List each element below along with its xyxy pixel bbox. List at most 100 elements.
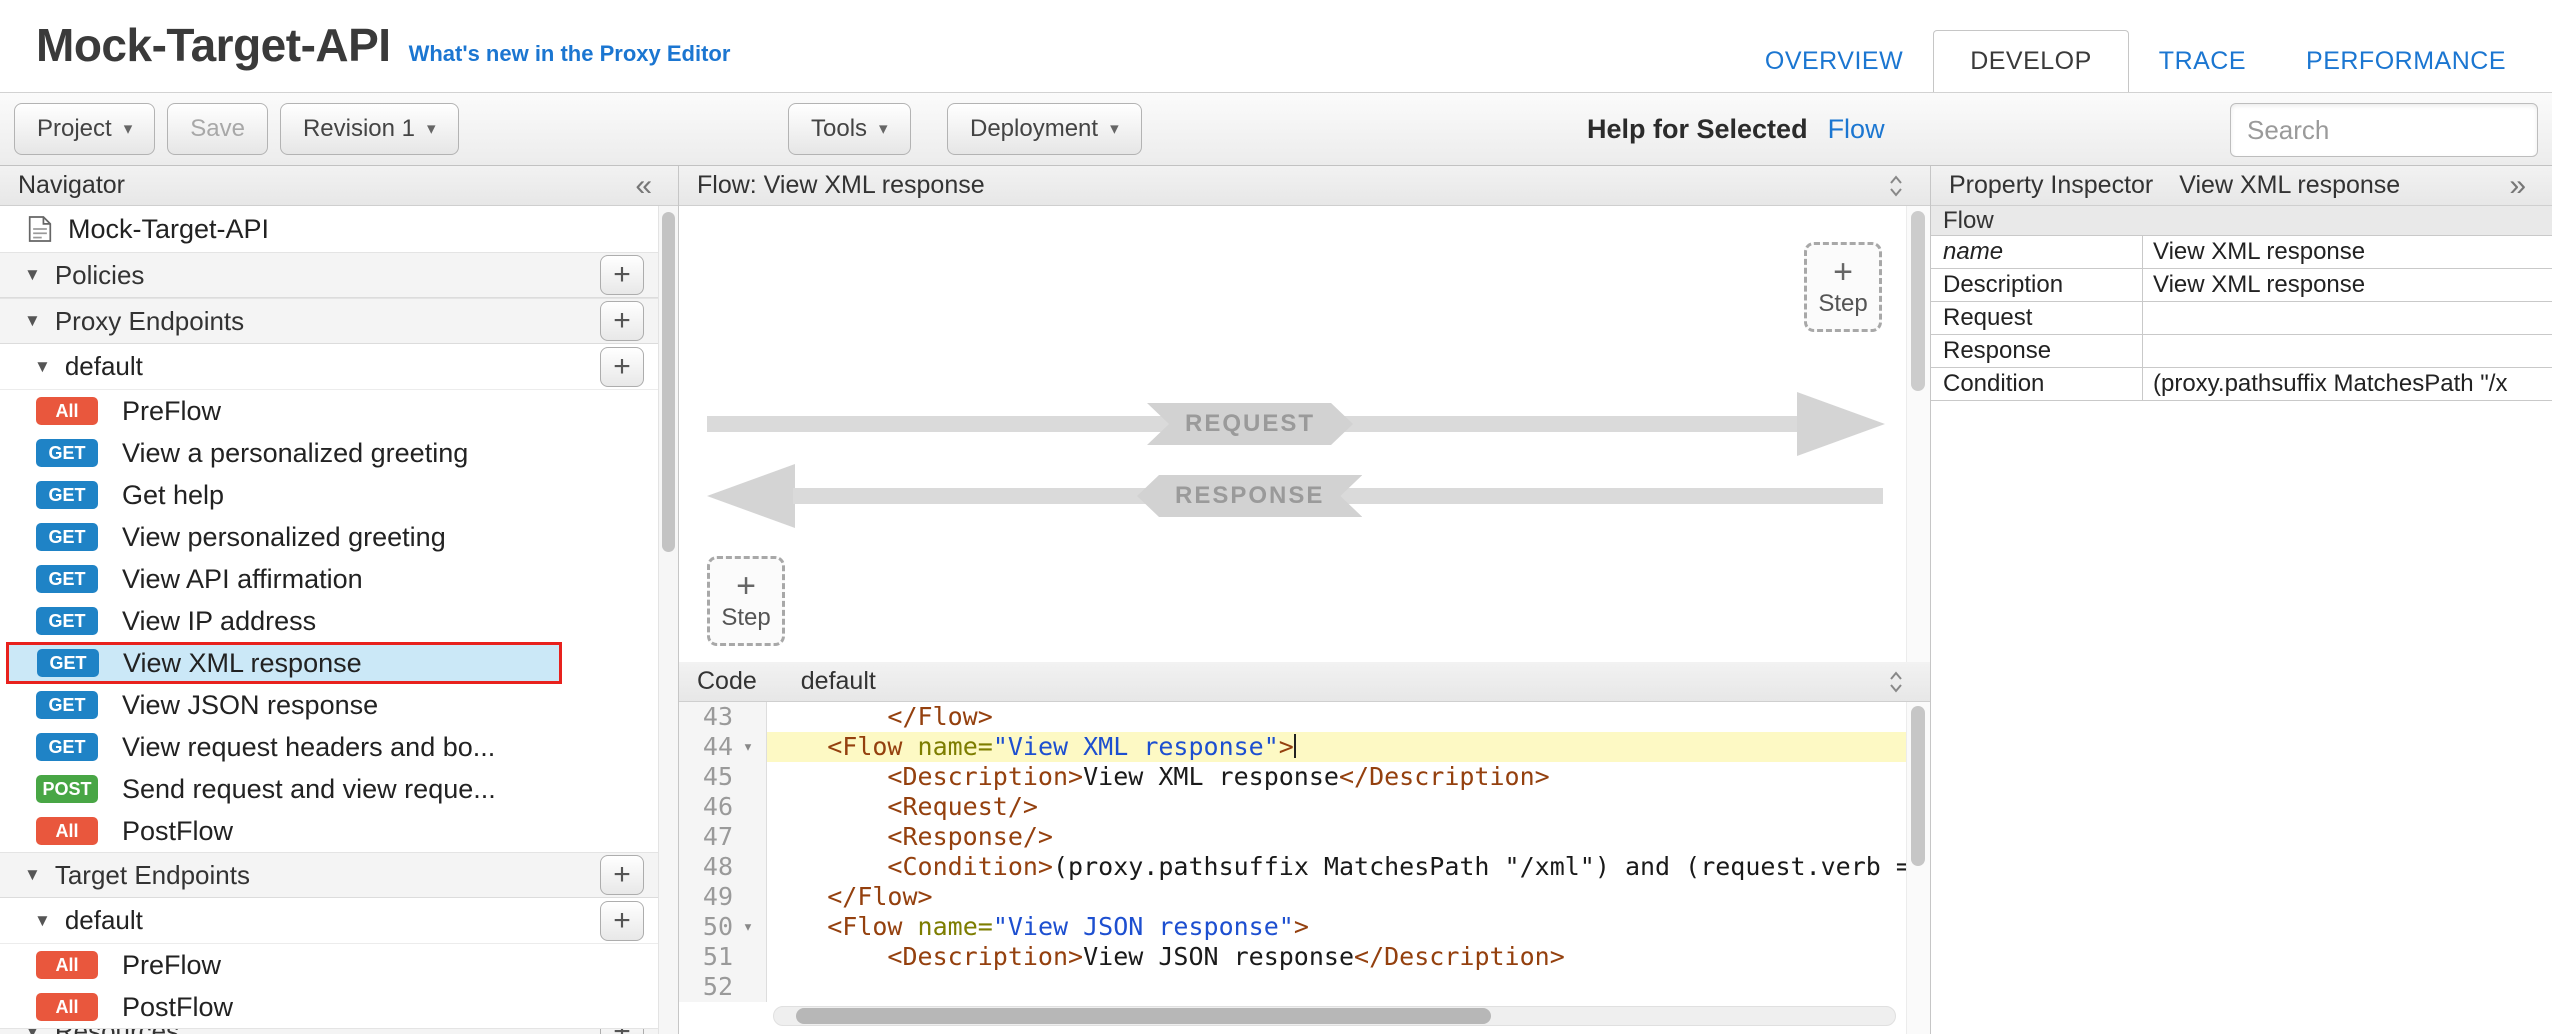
tab-performance[interactable]: PERFORMANCE bbox=[2276, 31, 2536, 92]
add-button[interactable]: + bbox=[600, 855, 644, 895]
scrollbar-thumb[interactable] bbox=[1911, 211, 1925, 391]
code-editor[interactable]: 43 </Flow>44▾ <Flow name="View XML respo… bbox=[679, 702, 1930, 1034]
nav-item-view-api-affirmation[interactable]: GETView API affirmation bbox=[0, 558, 658, 600]
method-badge: All bbox=[36, 951, 98, 979]
code-line-45[interactable]: 45 <Description>View XML response</Descr… bbox=[679, 762, 1930, 792]
nav-item-preflow[interactable]: AllPreFlow bbox=[0, 944, 658, 986]
collapse-navigator-icon[interactable]: « bbox=[635, 169, 652, 203]
nav-section-resources[interactable]: ▼Resources+ bbox=[0, 1028, 658, 1034]
code-line-content: </Flow> bbox=[767, 702, 1930, 732]
add-button[interactable]: + bbox=[600, 255, 644, 295]
caret-down-icon: ▾ bbox=[879, 119, 888, 139]
help-flow-link[interactable]: Flow bbox=[1828, 114, 1885, 145]
scrollbar-thumb[interactable] bbox=[1911, 706, 1925, 866]
nav-section-proxy-endpoints[interactable]: ▼ Proxy Endpoints + bbox=[0, 298, 658, 344]
nav-section-policies[interactable]: ▼Policies+ bbox=[0, 252, 658, 298]
save-button[interactable]: Save bbox=[167, 103, 268, 155]
search-input[interactable] bbox=[2230, 103, 2538, 157]
property-value[interactable]: View XML response bbox=[2143, 269, 2552, 301]
panel-resize-icon[interactable] bbox=[1886, 172, 1906, 200]
property-value[interactable] bbox=[2143, 335, 2552, 367]
nav-section-label: Proxy Endpoints bbox=[55, 306, 244, 337]
revision-dropdown[interactable]: Revision 1 ▾ bbox=[280, 103, 459, 155]
method-badge: GET bbox=[36, 481, 98, 509]
disclosure-triangle-icon[interactable]: ▼ bbox=[24, 311, 41, 331]
tools-dropdown[interactable]: Tools ▾ bbox=[788, 103, 911, 155]
code-line-52[interactable]: 52 bbox=[679, 972, 1930, 1002]
property-value[interactable]: (proxy.pathsuffix MatchesPath "/x bbox=[2143, 368, 2552, 400]
nav-item-view-json-response[interactable]: GETView JSON response bbox=[0, 684, 658, 726]
code-tab[interactable]: Code bbox=[697, 667, 757, 696]
nav-item-postflow[interactable]: AllPostFlow bbox=[0, 810, 658, 852]
line-gutter: 52 bbox=[679, 972, 767, 1002]
code-line-content: <Response/> bbox=[767, 822, 1930, 852]
flow-canvas[interactable]: + Step REQUEST RESPONSE + Step bbox=[679, 206, 1930, 662]
plus-icon: + bbox=[1833, 256, 1853, 288]
scrollbar-thumb[interactable] bbox=[796, 1008, 1491, 1024]
code-line-49[interactable]: 49 </Flow> bbox=[679, 882, 1930, 912]
nav-item-label: View a personalized greeting bbox=[122, 438, 468, 469]
text-cursor bbox=[1294, 734, 1296, 758]
property-value[interactable]: View XML response bbox=[2143, 236, 2552, 268]
add-step-button-bottom[interactable]: + Step bbox=[707, 556, 785, 646]
nav-item-view-ip-address[interactable]: GETView IP address bbox=[0, 600, 658, 642]
fold-arrow-icon[interactable]: ▾ bbox=[733, 732, 763, 762]
inspector-rows: nameView XML responseDescriptionView XML… bbox=[1931, 236, 2552, 401]
nav-item-get-help[interactable]: GETGet help bbox=[0, 474, 658, 516]
whats-new-link[interactable]: What's new in the Proxy Editor bbox=[409, 41, 731, 67]
tab-trace[interactable]: TRACE bbox=[2129, 31, 2276, 92]
nav-item-send-request-and-view-reque[interactable]: POSTSend request and view reque... bbox=[0, 768, 658, 810]
add-button[interactable]: + bbox=[600, 301, 644, 341]
nav-item-view-request-headers-and-bo[interactable]: GETView request headers and bo... bbox=[0, 726, 658, 768]
code-lines: 43 </Flow>44▾ <Flow name="View XML respo… bbox=[679, 702, 1930, 1002]
disclosure-triangle-icon[interactable]: ▼ bbox=[24, 865, 41, 885]
code-line-content: <Description>View JSON response</Descrip… bbox=[767, 942, 1930, 972]
expand-inspector-icon[interactable]: » bbox=[2509, 169, 2526, 203]
fold-spacer bbox=[733, 882, 763, 912]
code-line-48[interactable]: 48 <Condition>(proxy.pathsuffix MatchesP… bbox=[679, 852, 1930, 882]
disclosure-triangle-icon[interactable]: ▼ bbox=[34, 911, 51, 931]
add-button[interactable]: + bbox=[600, 901, 644, 941]
property-row-name: nameView XML response bbox=[1931, 236, 2552, 269]
add-button[interactable]: + bbox=[600, 347, 644, 387]
code-line-46[interactable]: 46 <Request/> bbox=[679, 792, 1930, 822]
nav-item-view-personalized-greeting[interactable]: GETView personalized greeting bbox=[0, 516, 658, 558]
code-line-51[interactable]: 51 <Description>View JSON response</Desc… bbox=[679, 942, 1930, 972]
flow-scrollbar[interactable] bbox=[1906, 206, 1930, 662]
nav-root-item[interactable]: Mock-Target-API bbox=[0, 206, 658, 252]
tab-develop[interactable]: DEVELOP bbox=[1933, 30, 2129, 92]
nav-section-target-endpoints[interactable]: ▼Target Endpoints+ bbox=[0, 852, 658, 898]
line-gutter: 43 bbox=[679, 702, 767, 732]
navigator-panel: Navigator « Mock-Target-API ▼Policies+▼P… bbox=[0, 166, 679, 1034]
navigator-scrollbar[interactable] bbox=[658, 206, 678, 1034]
deployment-dropdown[interactable]: Deployment ▾ bbox=[947, 103, 1142, 155]
nav-item-view-a-personalized-greeting[interactable]: GETView a personalized greeting bbox=[0, 432, 658, 474]
nav-item-preflow[interactable]: AllPreFlow bbox=[0, 390, 658, 432]
fold-arrow-icon[interactable]: ▾ bbox=[733, 912, 763, 942]
disclosure-triangle-icon[interactable]: ▼ bbox=[34, 357, 51, 377]
main-tabs: OVERVIEW DEVELOP TRACE PERFORMANCE bbox=[1735, 30, 2536, 92]
line-number: 48 bbox=[679, 852, 733, 882]
code-vertical-scrollbar[interactable] bbox=[1906, 702, 1930, 1034]
property-row-request: Request bbox=[1931, 302, 2552, 335]
code-line-47[interactable]: 47 <Response/> bbox=[679, 822, 1930, 852]
line-gutter: 44▾ bbox=[679, 732, 767, 762]
nav-item-label: PostFlow bbox=[122, 816, 233, 847]
add-step-button-top[interactable]: + Step bbox=[1804, 242, 1882, 332]
code-line-50[interactable]: 50▾ <Flow name="View JSON response"> bbox=[679, 912, 1930, 942]
nav-item-view-xml-response[interactable]: GETView XML response bbox=[6, 642, 562, 684]
panel-resize-icon[interactable] bbox=[1886, 668, 1906, 696]
nav-subsection-default[interactable]: ▼default+ bbox=[0, 898, 658, 944]
disclosure-triangle-icon[interactable]: ▼ bbox=[24, 265, 41, 285]
project-dropdown[interactable]: Project ▾ bbox=[14, 103, 155, 155]
nav-subsection-default[interactable]: ▼default+ bbox=[0, 344, 658, 390]
code-line-44[interactable]: 44▾ <Flow name="View XML response"> bbox=[679, 732, 1930, 762]
disclosure-triangle-icon[interactable]: ▼ bbox=[24, 1028, 41, 1034]
code-line-43[interactable]: 43 </Flow> bbox=[679, 702, 1930, 732]
scrollbar-thumb[interactable] bbox=[662, 212, 675, 552]
tab-overview[interactable]: OVERVIEW bbox=[1735, 31, 1933, 92]
code-horizontal-scrollbar[interactable] bbox=[773, 1006, 1896, 1026]
nav-item-postflow[interactable]: AllPostFlow bbox=[0, 986, 658, 1028]
property-value[interactable] bbox=[2143, 302, 2552, 334]
add-button[interactable]: + bbox=[600, 1028, 644, 1034]
